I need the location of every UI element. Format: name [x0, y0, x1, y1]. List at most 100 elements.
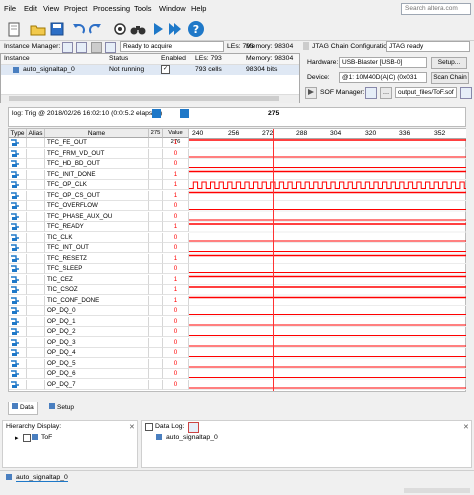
menu-window[interactable]: Window: [159, 4, 186, 13]
compile-icon[interactable]: [111, 20, 129, 38]
redo-icon[interactable]: [86, 20, 104, 38]
signal-row[interactable]: TFC_PHASE_AUX_OU 0: [9, 211, 209, 222]
sof-button[interactable]: [305, 87, 317, 99]
signal-value: 0: [163, 211, 189, 222]
signal-row[interactable]: TFC_INIT_DONE 1: [9, 169, 209, 180]
signal-row[interactable]: TFC_HD_BD_OUT 0: [9, 159, 209, 170]
signal-row[interactable]: TFC_READY 1: [9, 222, 209, 233]
stop-icon[interactable]: [91, 42, 102, 53]
device-select[interactable]: @1: 10M40D(A|C) (0x031: [339, 72, 427, 83]
signal-type-icon: [9, 358, 27, 369]
signal-275-cell: [149, 169, 163, 180]
signal-row[interactable]: OP_DQ_5 0: [9, 358, 209, 369]
signal-alias: [27, 180, 45, 191]
bottom-instance-tab[interactable]: auto_signaltap_0: [16, 474, 68, 482]
signal-row[interactable]: TFC_FRM_VD_OUT 0: [9, 148, 209, 159]
signal-name: OP_DQ_5: [45, 358, 149, 369]
signal-alias: [27, 295, 45, 306]
jtag-collapse-icon[interactable]: [303, 42, 309, 50]
signal-type-icon: [9, 274, 27, 285]
binoculars-icon[interactable]: [129, 20, 147, 38]
tab-data[interactable]: Data: [8, 402, 38, 415]
hierarchy-item[interactable]: ToF: [41, 434, 52, 441]
signal-row[interactable]: TFC_RESETZ 1: [9, 253, 209, 264]
marker-line[interactable]: [273, 129, 274, 391]
signal-type-icon: [9, 222, 27, 233]
menu-processing[interactable]: Processing: [93, 4, 130, 13]
help-icon[interactable]: ?: [186, 19, 206, 39]
svg-text:?: ?: [193, 23, 199, 36]
enabled-checkbox[interactable]: ✓: [161, 65, 170, 74]
instance-table: Instance Status Enabled LEs: 793 Memory:…: [0, 53, 300, 103]
signal-row[interactable]: OP_DQ_0 0: [9, 306, 209, 317]
instance-scroll-thumb[interactable]: [9, 96, 279, 101]
hierarchy-checkbox[interactable]: [23, 434, 31, 442]
tick-304: 304: [330, 130, 342, 137]
device-label: Device:: [307, 74, 330, 81]
signal-row[interactable]: TFC_INT_OUT 0: [9, 243, 209, 254]
prev-marker-icon[interactable]: [152, 109, 161, 118]
signal-row[interactable]: OP_DQ_3 0: [9, 337, 209, 348]
hierarchy-close-icon[interactable]: ✕: [129, 423, 135, 431]
signal-row[interactable]: OP_DQ_1 0: [9, 316, 209, 327]
signal-row[interactable]: TFC_OVERFLOW 0: [9, 201, 209, 212]
signal-name: TFC_INIT_DONE: [45, 169, 149, 180]
search-input[interactable]: [401, 3, 471, 15]
signal-275-cell: [149, 306, 163, 317]
program-device-icon[interactable]: [365, 87, 377, 99]
menu-tools[interactable]: Tools: [134, 4, 152, 13]
signal-row[interactable]: TFC_SLEEP 0: [9, 264, 209, 275]
bottom-instance-bar: auto_signaltap_0: [0, 470, 474, 495]
signal-275-cell: [149, 190, 163, 201]
signal-row[interactable]: OP_DQ_6 0: [9, 369, 209, 380]
signal-row[interactable]: TIC_CEZ 1: [9, 274, 209, 285]
signal-row[interactable]: TIC_CSOZ 1: [9, 285, 209, 296]
data-log-checkbox[interactable]: [145, 423, 153, 431]
signal-row[interactable]: TIC_CLK 0: [9, 232, 209, 243]
data-log-item[interactable]: auto_signaltap_0: [166, 434, 218, 441]
save-icon[interactable]: [48, 20, 66, 38]
instance-hscrollbar[interactable]: [1, 94, 299, 103]
signal-type-icon: [9, 306, 27, 317]
menu-view[interactable]: View: [43, 4, 59, 13]
setup-button[interactable]: Setup...: [431, 57, 467, 69]
process-icon[interactable]: [62, 42, 73, 53]
waveform-area[interactable]: [189, 138, 466, 392]
next-marker-icon[interactable]: [180, 109, 189, 118]
menu-file[interactable]: File: [4, 4, 16, 13]
autorun-icon[interactable]: [166, 20, 184, 38]
instance-row[interactable]: auto_signaltap_0 Not running ✓ 793 cells…: [1, 65, 299, 75]
signal-row[interactable]: TFC_OP_CLK 1: [9, 180, 209, 191]
refresh-icon[interactable]: [76, 42, 87, 53]
browse-button[interactable]: …: [380, 87, 392, 99]
instance-icon[interactable]: [105, 42, 116, 53]
col-alias: Alias: [27, 129, 45, 138]
signal-row[interactable]: TFC_FE_OUT 1: [9, 138, 209, 149]
signal-row[interactable]: TIC_CONF_DONE 1: [9, 295, 209, 306]
new-file-icon[interactable]: [5, 20, 23, 38]
col-type: Type: [9, 129, 27, 138]
hierarchy-expand-icon[interactable]: ▸: [15, 434, 18, 442]
data-log-icon[interactable]: [188, 422, 199, 433]
signal-row[interactable]: OP_DQ_7 0: [9, 379, 209, 390]
menu-help[interactable]: Help: [191, 4, 206, 13]
sof-path-field[interactable]: output_files/ToF.sof: [395, 87, 457, 98]
signal-row[interactable]: OP_DQ_2 0: [9, 327, 209, 338]
log-trigger-text: log: Trig @ 2018/02/26 16:02:10 (0:0:5.2…: [12, 110, 163, 117]
signal-alias: [27, 348, 45, 359]
marker-label: 275: [268, 110, 280, 117]
menu-edit[interactable]: Edit: [24, 4, 37, 13]
data-log-close-icon[interactable]: ✕: [463, 423, 469, 431]
scan-chain-button[interactable]: Scan Chain: [431, 72, 469, 84]
sof-open-icon[interactable]: [460, 87, 472, 99]
hardware-select[interactable]: USB-Blaster [USB-0]: [339, 57, 427, 68]
signal-275-cell: [149, 180, 163, 191]
sof-manager-label: SOF Manager:: [320, 89, 365, 96]
open-folder-icon[interactable]: [29, 20, 47, 38]
signal-row[interactable]: TFC_OP_CS_OUT 1: [9, 190, 209, 201]
progress-bar: [404, 488, 470, 493]
tab-setup[interactable]: Setup: [46, 402, 77, 414]
run-icon[interactable]: [149, 20, 167, 38]
menu-project[interactable]: Project: [64, 4, 87, 13]
signal-row[interactable]: OP_DQ_4 0: [9, 348, 209, 359]
